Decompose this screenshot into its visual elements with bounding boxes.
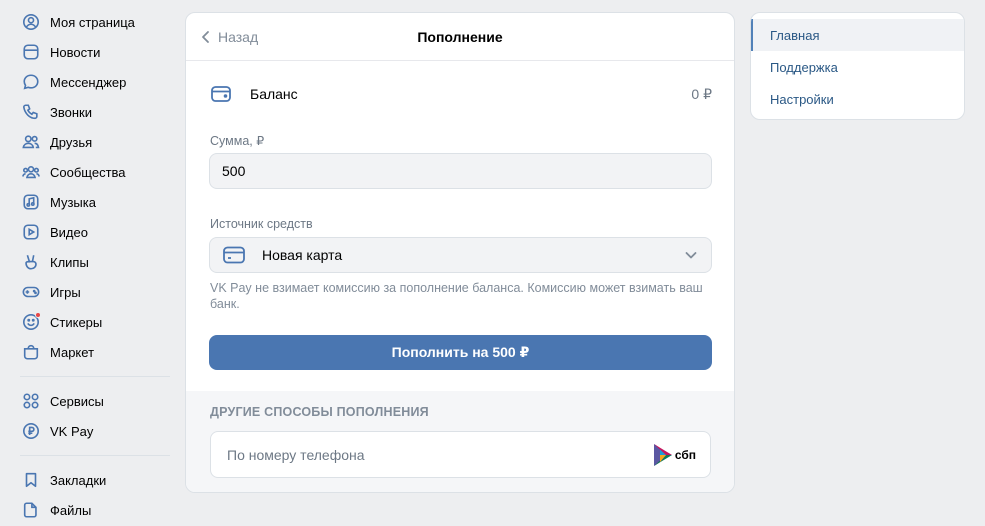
sbp-logo: сбп	[653, 443, 696, 466]
left-navigation: Моя страница Новости Мессенджер Звонки Д…	[12, 7, 174, 525]
balance-row: Баланс 0 ₽	[210, 81, 712, 107]
source-value: Новая карта	[262, 247, 343, 263]
phone-topup-option[interactable]: По номеру телефона сбп	[210, 431, 711, 478]
nav-item-label: Моя страница	[50, 14, 135, 30]
menu-item-support[interactable]: Поддержка	[751, 51, 964, 83]
nav-item-label: Сообщества	[50, 164, 126, 180]
nav-item-label: Видео	[50, 224, 88, 240]
nav-item-label: Игры	[50, 284, 81, 300]
nav-item-news[interactable]: Новости	[12, 37, 174, 67]
user-circle-icon	[21, 12, 41, 32]
nav-item-label: Файлы	[50, 502, 92, 518]
gamepad-icon	[21, 282, 41, 302]
nav-item-video[interactable]: Видео	[12, 217, 174, 247]
amount-input[interactable]: 500	[209, 153, 712, 189]
card-header: Назад Пополнение	[186, 13, 734, 61]
balance-label: Баланс	[250, 86, 298, 102]
bookmark-icon	[21, 470, 41, 490]
page-title: Пополнение	[417, 28, 503, 45]
nav-item-label: Стикеры	[50, 314, 103, 330]
other-methods-title: ДРУГИЕ СПОСОБЫ ПОПОЛНЕНИЯ	[210, 405, 429, 419]
balance-value: 0 ₽	[691, 85, 712, 102]
nav-item-label: Звонки	[50, 104, 92, 120]
source-select[interactable]: Новая карта	[209, 237, 712, 273]
chevron-down-icon	[685, 252, 697, 259]
top-up-card: Назад Пополнение Баланс 0 ₽ Сумма, ₽ 500…	[185, 12, 735, 493]
nav-item-friends[interactable]: Друзья	[12, 127, 174, 157]
source-label: Источник средств	[210, 217, 313, 231]
amount-label: Сумма, ₽	[210, 134, 265, 148]
nav-item-label: Музыка	[50, 194, 96, 210]
other-methods-section: ДРУГИЕ СПОСОБЫ ПОПОЛНЕНИЯ По номеру теле…	[186, 391, 734, 492]
music-icon	[21, 192, 41, 212]
back-label: Назад	[218, 29, 259, 45]
right-menu: Главная Поддержка Настройки	[750, 12, 965, 120]
notification-dot	[35, 312, 41, 318]
nav-item-label: Мессенджер	[50, 74, 127, 90]
nav-item-label: VK Pay	[50, 423, 94, 439]
nav-item-stickers[interactable]: Стикеры	[12, 307, 174, 337]
nav-item-bookmarks[interactable]: Закладки	[12, 465, 174, 495]
bag-icon	[21, 342, 41, 362]
wallet-icon	[211, 86, 231, 102]
sbp-text: сбп	[674, 447, 696, 462]
nav-item-vk-pay[interactable]: VK Pay	[12, 416, 174, 446]
nav-divider	[20, 455, 170, 456]
nav-item-label: Маркет	[50, 344, 95, 360]
phone-option-label: По номеру телефона	[227, 446, 365, 463]
clips-icon	[21, 252, 41, 272]
services-icon	[21, 391, 41, 411]
nav-item-files[interactable]: Файлы	[12, 495, 174, 525]
amount-value: 500	[222, 163, 246, 179]
nav-item-games[interactable]: Игры	[12, 277, 174, 307]
nav-item-label: Закладки	[50, 472, 107, 488]
communities-icon	[21, 162, 41, 182]
nav-item-market[interactable]: Маркет	[12, 337, 174, 367]
nav-item-services[interactable]: Сервисы	[12, 386, 174, 416]
smile-icon	[21, 312, 41, 332]
nav-item-label: Клипы	[50, 254, 89, 270]
file-icon	[21, 500, 41, 520]
newsfeed-icon	[21, 42, 41, 62]
commission-hint: VK Pay не взимает комиссию за пополнение…	[210, 281, 703, 311]
nav-item-label: Друзья	[50, 134, 93, 150]
nav-item-clips[interactable]: Клипы	[12, 247, 174, 277]
friends-icon	[21, 132, 41, 152]
top-up-button[interactable]: Пополнить на 500 ₽	[209, 335, 712, 370]
menu-item-settings[interactable]: Настройки	[751, 83, 964, 115]
nav-item-label: Новости	[50, 44, 101, 60]
menu-item-main[interactable]: Главная	[751, 19, 964, 51]
nav-item-communities[interactable]: Сообщества	[12, 157, 174, 187]
nav-item-music[interactable]: Музыка	[12, 187, 174, 217]
nav-item-label: Сервисы	[50, 393, 104, 409]
chevron-left-icon	[202, 31, 209, 43]
nav-divider	[20, 376, 170, 377]
nav-item-messenger[interactable]: Мессенджер	[12, 67, 174, 97]
ruble-icon	[21, 421, 41, 441]
video-icon	[21, 222, 41, 242]
sbp-icon	[653, 443, 672, 466]
phone-icon	[21, 102, 41, 122]
back-button[interactable]: Назад	[198, 13, 258, 61]
message-icon	[21, 72, 41, 92]
nav-item-my-page[interactable]: Моя страница	[12, 7, 174, 37]
credit-card-icon	[223, 246, 245, 264]
nav-item-calls[interactable]: Звонки	[12, 97, 174, 127]
